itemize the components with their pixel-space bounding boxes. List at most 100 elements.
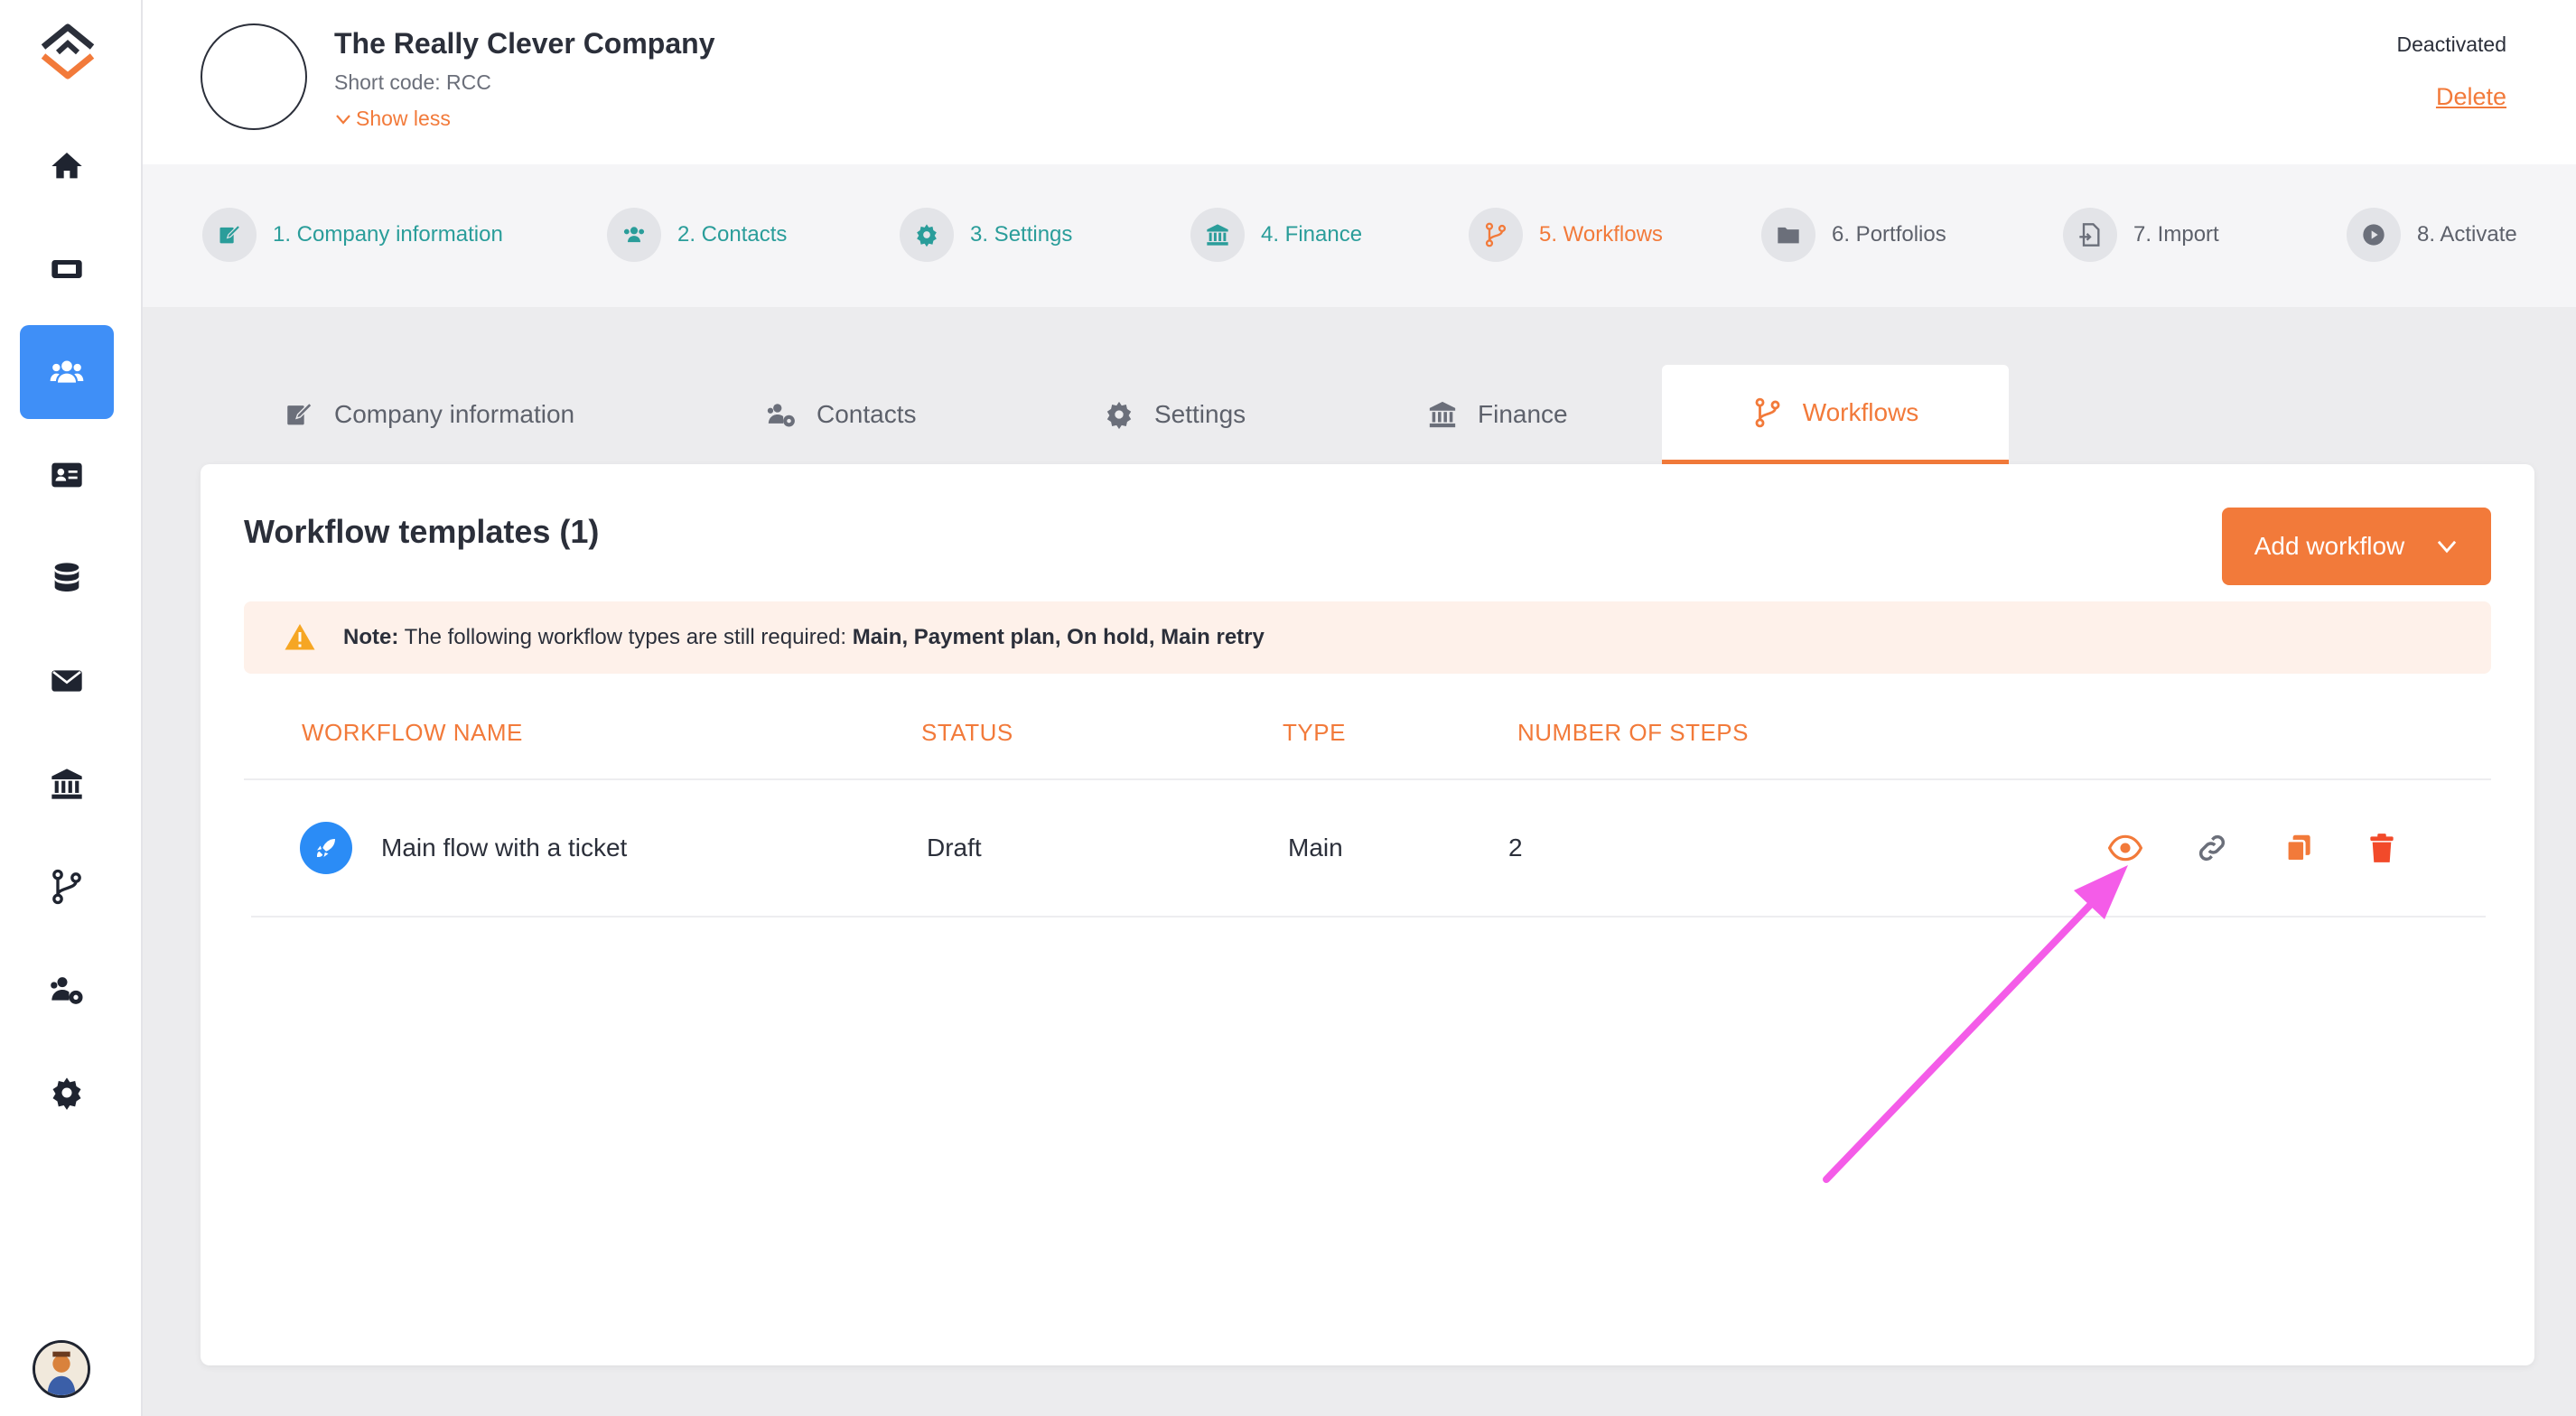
- workflow-branch-icon: [1755, 397, 1780, 427]
- workflow-name[interactable]: Main flow with a ticket: [381, 834, 627, 862]
- step-circle: [1190, 208, 1245, 262]
- nav-companies[interactable]: [20, 325, 114, 419]
- envelope-icon: [51, 670, 82, 692]
- tab-settings[interactable]: Settings: [1104, 365, 1246, 464]
- company-avatar: [201, 23, 307, 130]
- workflow-branch-icon: [1485, 222, 1507, 247]
- step-circle: [202, 208, 257, 262]
- view-workflow-button[interactable]: [2103, 825, 2148, 871]
- chevron-down-icon: [336, 114, 350, 125]
- tab-finance[interactable]: Finance: [1427, 365, 1568, 464]
- workflow-templates-card: Workflow templates (1) Add workflow Note…: [201, 464, 2534, 1365]
- bank-icon: [51, 769, 82, 799]
- edit-icon: [219, 224, 241, 244]
- card-title: Workflow templates (1): [244, 513, 600, 550]
- nav-contacts[interactable]: [20, 428, 114, 522]
- workflow-status: Draft: [927, 834, 982, 862]
- step-label: 1. Company information: [273, 222, 503, 247]
- step-company-information[interactable]: 1. Company information: [202, 208, 503, 262]
- workflow-name-cell: Main flow with a ticket: [300, 780, 627, 916]
- duplicate-workflow-button[interactable]: [2276, 825, 2321, 871]
- step-import[interactable]: 7. Import: [2063, 208, 2219, 262]
- workflow-type: Main: [1288, 834, 1343, 862]
- link-icon: [2198, 834, 2226, 862]
- step-portfolios[interactable]: 6. Portfolios: [1761, 208, 1946, 262]
- add-workflow-label: Add workflow: [2254, 532, 2405, 560]
- tab-label: Settings: [1154, 400, 1246, 428]
- nav-workflows[interactable]: [20, 840, 114, 934]
- app-logo[interactable]: [36, 22, 99, 85]
- workflow-branch-icon: [52, 869, 81, 905]
- nav-finance[interactable]: [20, 737, 114, 831]
- step-label: 3. Settings: [970, 222, 1073, 247]
- nav-home[interactable]: [20, 119, 114, 213]
- tab-company-information[interactable]: Company information: [284, 365, 574, 464]
- nav-settings[interactable]: [20, 1046, 114, 1140]
- edit-icon: [287, 402, 313, 425]
- step-finance[interactable]: 4. Finance: [1190, 208, 1362, 262]
- nav-team[interactable]: [20, 943, 114, 1037]
- users-cog-icon: [51, 977, 83, 1004]
- users-icon: [623, 227, 645, 243]
- step-settings[interactable]: 3. Settings: [900, 208, 1072, 262]
- bank-icon: [1429, 401, 1456, 428]
- note-text: Note: The following workflow types are s…: [343, 625, 1265, 650]
- rocket-icon: [300, 822, 352, 874]
- delete-link[interactable]: Delete: [2436, 83, 2506, 111]
- column-header-status[interactable]: STATUS: [921, 719, 1013, 747]
- ticket-icon: [51, 260, 82, 278]
- step-label: 2. Contacts: [677, 222, 788, 247]
- step-workflows[interactable]: 5. Workflows: [1469, 208, 1663, 262]
- note-required-types: Main, Payment plan, On hold, Main retry: [852, 625, 1265, 649]
- step-circle: [1469, 208, 1523, 262]
- table-row[interactable]: Main flow with a ticket Draft Main 2: [251, 780, 2486, 918]
- column-header-workflow-name[interactable]: WORKFLOW NAME: [302, 719, 523, 747]
- step-label: 4. Finance: [1261, 222, 1363, 247]
- gear-icon: [52, 1077, 81, 1110]
- status-badge: Deactivated: [2396, 33, 2506, 56]
- step-circle: [2063, 208, 2117, 262]
- company-header: The Really Clever Company Short code: RC…: [143, 0, 2576, 164]
- step-label: 8. Activate: [2417, 222, 2517, 247]
- database-icon: [54, 563, 79, 592]
- id-card-icon: [51, 462, 82, 488]
- tab-workflows[interactable]: Workflows: [1662, 365, 2009, 464]
- note-prefix: Note:: [343, 625, 399, 649]
- home-icon: [51, 153, 82, 179]
- column-header-type[interactable]: TYPE: [1283, 719, 1346, 747]
- eye-icon: [2108, 834, 2142, 862]
- gear-icon: [1106, 401, 1132, 430]
- step-circle: [2347, 208, 2401, 262]
- company-name: The Really Clever Company: [334, 27, 715, 60]
- step-label: 6. Portfolios: [1832, 222, 1946, 247]
- step-circle: [607, 208, 661, 262]
- nav-database[interactable]: [20, 531, 114, 625]
- user-avatar[interactable]: [33, 1340, 90, 1398]
- step-label: 5. Workflows: [1539, 222, 1663, 247]
- step-contacts[interactable]: 2. Contacts: [607, 208, 787, 262]
- show-less-label: Show less: [356, 107, 451, 130]
- copy-link-button[interactable]: [2189, 825, 2235, 871]
- required-types-note: Note: The following workflow types are s…: [244, 601, 2491, 674]
- delete-workflow-button[interactable]: [2359, 825, 2404, 871]
- tab-label: Finance: [1478, 400, 1568, 428]
- column-header-number-of-steps[interactable]: NUMBER OF STEPS: [1517, 719, 1749, 747]
- step-circle: [900, 208, 954, 262]
- folder-icon: [1778, 227, 1799, 244]
- copy-icon: [2286, 834, 2310, 862]
- tab-label: Company information: [334, 400, 575, 428]
- bank-icon: [1207, 224, 1228, 246]
- import-icon: [2079, 223, 2100, 247]
- play-icon: [2363, 224, 2385, 246]
- show-less-link[interactable]: Show less: [334, 107, 451, 131]
- warning-icon: [285, 624, 315, 650]
- tab-label: Workflows: [1802, 397, 1919, 426]
- step-circle: [1761, 208, 1815, 262]
- nav-messages[interactable]: [20, 634, 114, 728]
- step-activate[interactable]: 8. Activate: [2347, 208, 2517, 262]
- add-workflow-button[interactable]: Add workflow: [2222, 508, 2491, 585]
- users-icon: [767, 404, 795, 427]
- tab-contacts[interactable]: Contacts: [766, 365, 917, 464]
- note-body: The following workflow types are still r…: [398, 625, 853, 649]
- nav-tickets[interactable]: [20, 222, 114, 316]
